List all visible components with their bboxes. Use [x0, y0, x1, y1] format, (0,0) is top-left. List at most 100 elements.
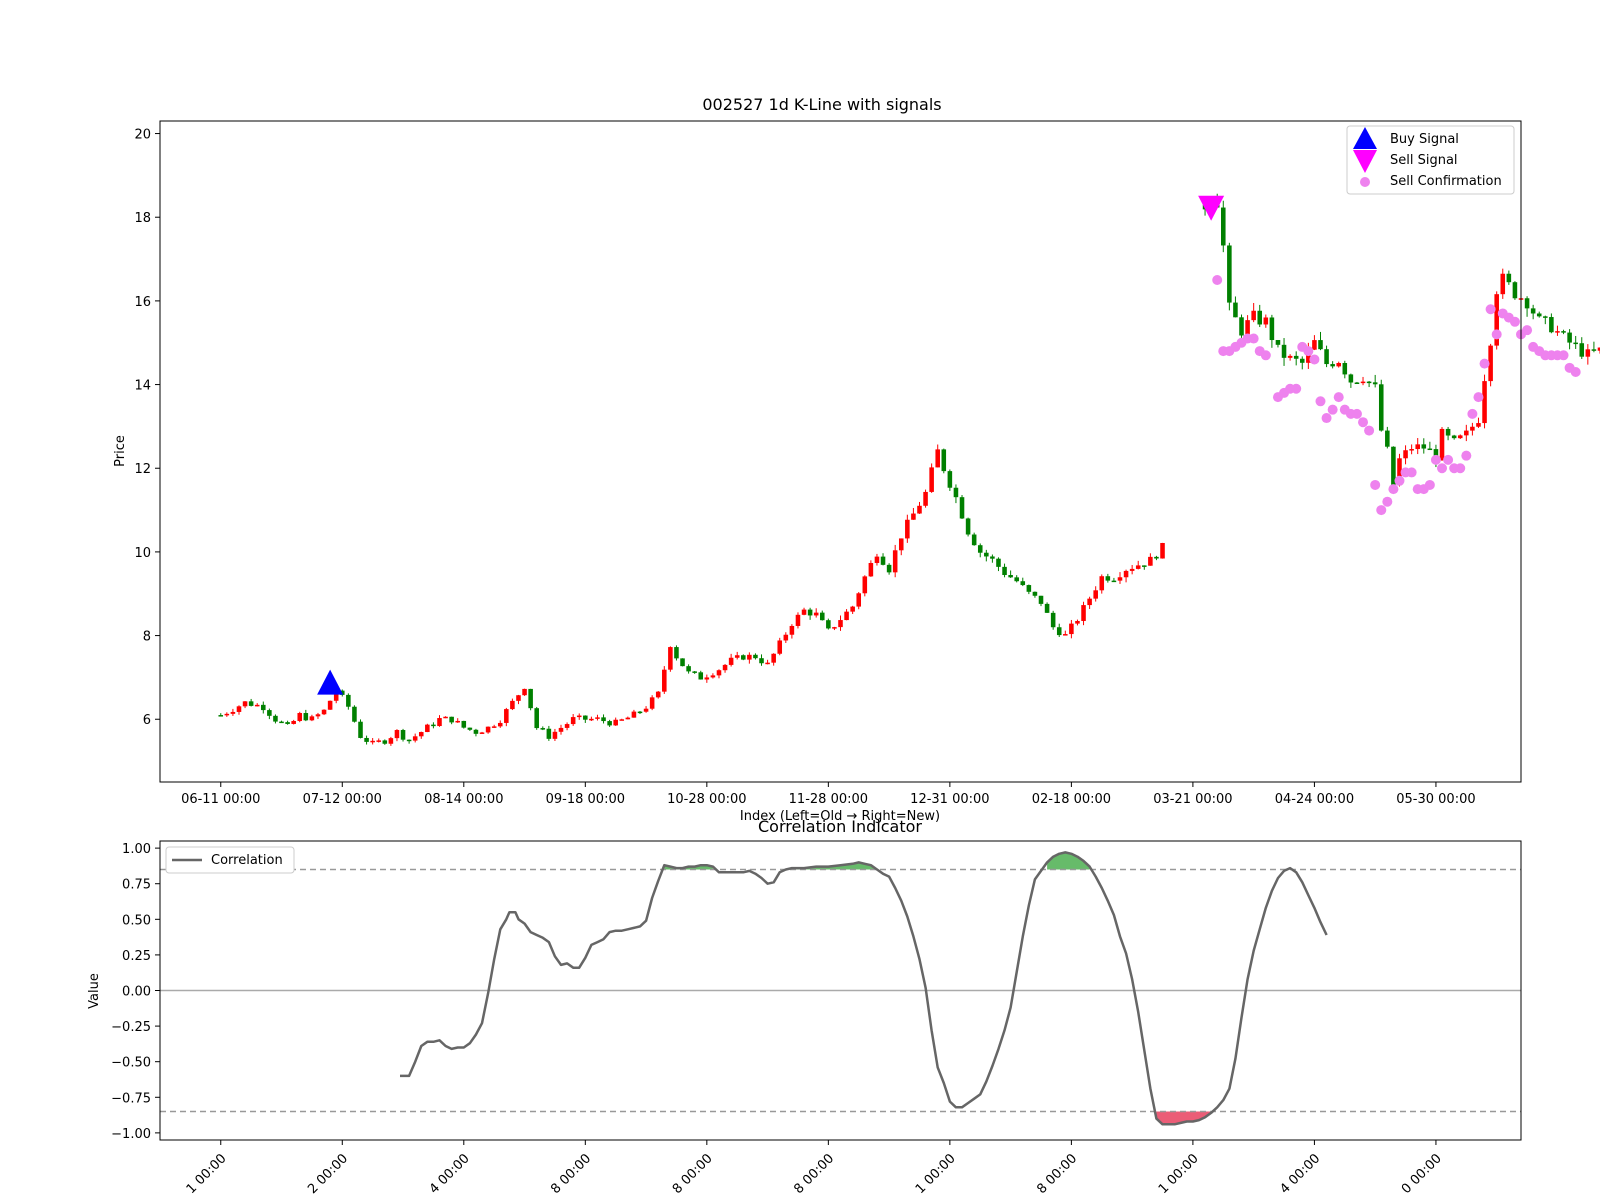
kline-ytick-label: 12 [134, 462, 151, 477]
candle-up [491, 726, 497, 728]
sell-signal-marker [1198, 195, 1225, 221]
candle-up [242, 701, 248, 707]
candle-up [479, 732, 485, 734]
candle-down [1445, 428, 1451, 436]
candle-up [485, 726, 491, 733]
candle-down [984, 552, 989, 557]
candle-down [1002, 566, 1007, 576]
candle-up [1360, 381, 1366, 384]
candle-down [1536, 313, 1542, 317]
kline-ytick-label: 16 [134, 295, 151, 310]
candle-up [1099, 576, 1105, 591]
candle-up [394, 730, 400, 739]
candle-up [765, 662, 770, 665]
candle-down [1348, 374, 1354, 383]
candle-up [898, 538, 904, 551]
candle-down [1330, 364, 1335, 367]
candle-down [1293, 355, 1299, 359]
candle-up [321, 709, 327, 715]
kline-candles [218, 193, 1600, 746]
kline-ytick-label: 14 [134, 379, 151, 394]
sell-confirmation-marker [1479, 358, 1490, 369]
candle-up [589, 718, 594, 721]
candle-down [886, 564, 892, 573]
candle-down [1524, 298, 1530, 309]
candle-up [649, 697, 655, 709]
sell-confirmation-marker [1570, 367, 1581, 378]
sell-confirmation-marker [1260, 350, 1271, 361]
kline-chart: 002527 1d K-Line with signals 6 8 10 12 14 16… [113, 95, 1600, 824]
candle-down [674, 647, 679, 659]
sell-confirmation-marker [1522, 325, 1533, 336]
sell-confirmation-marker [1370, 479, 1381, 490]
candle-up [254, 704, 260, 707]
correlation-y-axis: −1.00 −0.75 −0.50 −0.25 0.00 0.25 0.50 0.75 1.00 [111, 842, 160, 1142]
candle-up [576, 715, 582, 718]
sell-confirmation-marker [1303, 346, 1314, 357]
sell-confirmation-marker [1467, 408, 1478, 419]
candle-up [801, 609, 807, 615]
sell-confirmation-marker [1309, 354, 1320, 365]
candle-up [1482, 381, 1487, 424]
candle-down [1543, 316, 1548, 318]
candle-up [795, 614, 801, 626]
candle-down [637, 711, 643, 714]
candle-down [807, 609, 813, 616]
candle-up [1585, 349, 1591, 357]
candle-down [880, 556, 886, 565]
correlation-xtick-label: 1 00:00 [184, 1151, 230, 1197]
sell-confirmation-marker [1558, 350, 1569, 361]
candle-down [346, 694, 351, 707]
candle-down [1354, 382, 1360, 385]
sell-confirmation-marker [1212, 274, 1223, 285]
candle-up [315, 714, 321, 717]
candle-down [1026, 585, 1032, 592]
candle-down [971, 534, 977, 546]
candle-down [285, 722, 290, 724]
candle-down [1056, 627, 1062, 636]
kline-ytick-label: 18 [134, 211, 151, 226]
candle-up [1069, 623, 1074, 635]
candle-up [1087, 598, 1092, 606]
sell-confirmation-marker [1333, 392, 1344, 403]
candle-down [1275, 340, 1281, 345]
candle-down [267, 710, 272, 716]
candle-up [1409, 449, 1414, 451]
candle-down [1506, 273, 1512, 283]
candle-up [1251, 310, 1256, 321]
candle-up [564, 724, 570, 728]
candle-down [601, 717, 606, 722]
kline-xtick-label: 07-12 00:00 [303, 792, 382, 807]
correlation-ytick-label: −0.50 [111, 1056, 151, 1071]
candle-up [783, 634, 789, 641]
correlation-ytick-label: 1.00 [122, 842, 151, 857]
candle-up [1457, 435, 1463, 439]
candle-down [1038, 595, 1044, 604]
correlation-xtick-label: 8 00:00 [791, 1151, 837, 1197]
candle-up [224, 713, 230, 716]
kline-ytick-label: 20 [134, 128, 151, 143]
candle-up [722, 664, 728, 671]
figure: 002527 1d K-Line with signals 6 8 10 12 14 16… [87, 95, 1600, 1197]
candle-up [1148, 556, 1153, 566]
candle-down [449, 716, 454, 723]
kline-plot-frame [159, 120, 1522, 783]
candle-up [230, 711, 236, 714]
candle-up [327, 700, 333, 710]
correlation-ytick-label: 0.25 [122, 949, 151, 964]
candle-up [1081, 605, 1086, 621]
candle-up [516, 695, 521, 701]
candle-down [1044, 603, 1050, 613]
candle-up [716, 670, 722, 676]
candle-down [819, 612, 825, 621]
sell-confirmation-marker [1437, 463, 1448, 474]
kline-xtick-label: 10-28 00:00 [667, 792, 746, 807]
candle-up [704, 677, 710, 680]
candle-down [692, 671, 697, 673]
kline-xtick-label: 12-31 00:00 [910, 792, 989, 807]
candle-up [832, 627, 837, 629]
correlation-xtick-label: 2 00:00 [305, 1151, 351, 1197]
candle-up [655, 691, 661, 698]
candle-down [953, 487, 959, 498]
candle-down [1512, 282, 1518, 299]
